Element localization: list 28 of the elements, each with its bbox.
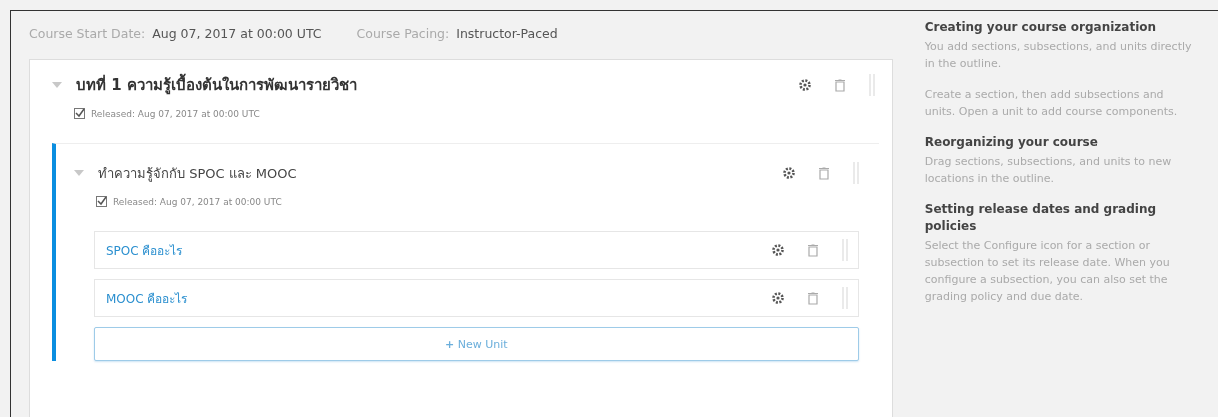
trash-icon[interactable] bbox=[807, 291, 818, 305]
unit-link[interactable]: MOOC คืออะไร bbox=[106, 288, 188, 308]
trash-icon[interactable] bbox=[807, 243, 818, 257]
trash-icon[interactable] bbox=[834, 78, 845, 92]
settings-icon[interactable] bbox=[771, 292, 784, 304]
release-status: Released: Aug 07, 2017 at 00:00 UTC bbox=[91, 108, 260, 119]
info-value: Instructor-Paced bbox=[456, 26, 558, 41]
info-value: Aug 07, 2017 at 00:00 UTC bbox=[152, 26, 322, 41]
help-heading: Creating your course organization bbox=[924, 19, 1158, 36]
help-heading: Reorganizing your course bbox=[924, 134, 1099, 151]
help-text: Create a section, then add subsections and units. Open a unit to add course components. bbox=[924, 87, 1179, 120]
help-text: You add sections, subsections, and units directly in the outline. bbox=[924, 39, 1193, 72]
caret-icon[interactable] bbox=[52, 82, 62, 88]
release-status: Released: Aug 07, 2017 at 00:00 UTC bbox=[113, 196, 282, 207]
trash-icon[interactable] bbox=[818, 166, 829, 180]
section-title[interactable]: บทที่ 1 ความรู้เบื้องต้นในการพัฒนารายวิชา bbox=[76, 73, 357, 97]
info-label: Course Start Date: bbox=[29, 26, 146, 41]
settings-icon[interactable] bbox=[798, 79, 811, 91]
help-text: Select the Configure icon for a section or subsection to set its release date. When you configure a subsection, you can also set the grading policy and due date. bbox=[924, 238, 1171, 305]
new-unit-button[interactable]: + New Unit bbox=[94, 327, 859, 361]
settings-icon[interactable] bbox=[782, 167, 795, 179]
subsection-title[interactable]: ทำความรู้จักกับ SPOC และ MOOC bbox=[98, 162, 297, 184]
help-text: Drag sections, subsections, and units to new locations in the outline. bbox=[924, 154, 1173, 187]
unit-link[interactable]: SPOC คืออะไร bbox=[106, 240, 183, 260]
caret-icon[interactable] bbox=[74, 170, 84, 176]
info-label: Course Pacing: bbox=[356, 26, 450, 41]
help-heading: Setting release dates and grading policies bbox=[924, 201, 1158, 235]
settings-icon[interactable] bbox=[771, 244, 784, 256]
